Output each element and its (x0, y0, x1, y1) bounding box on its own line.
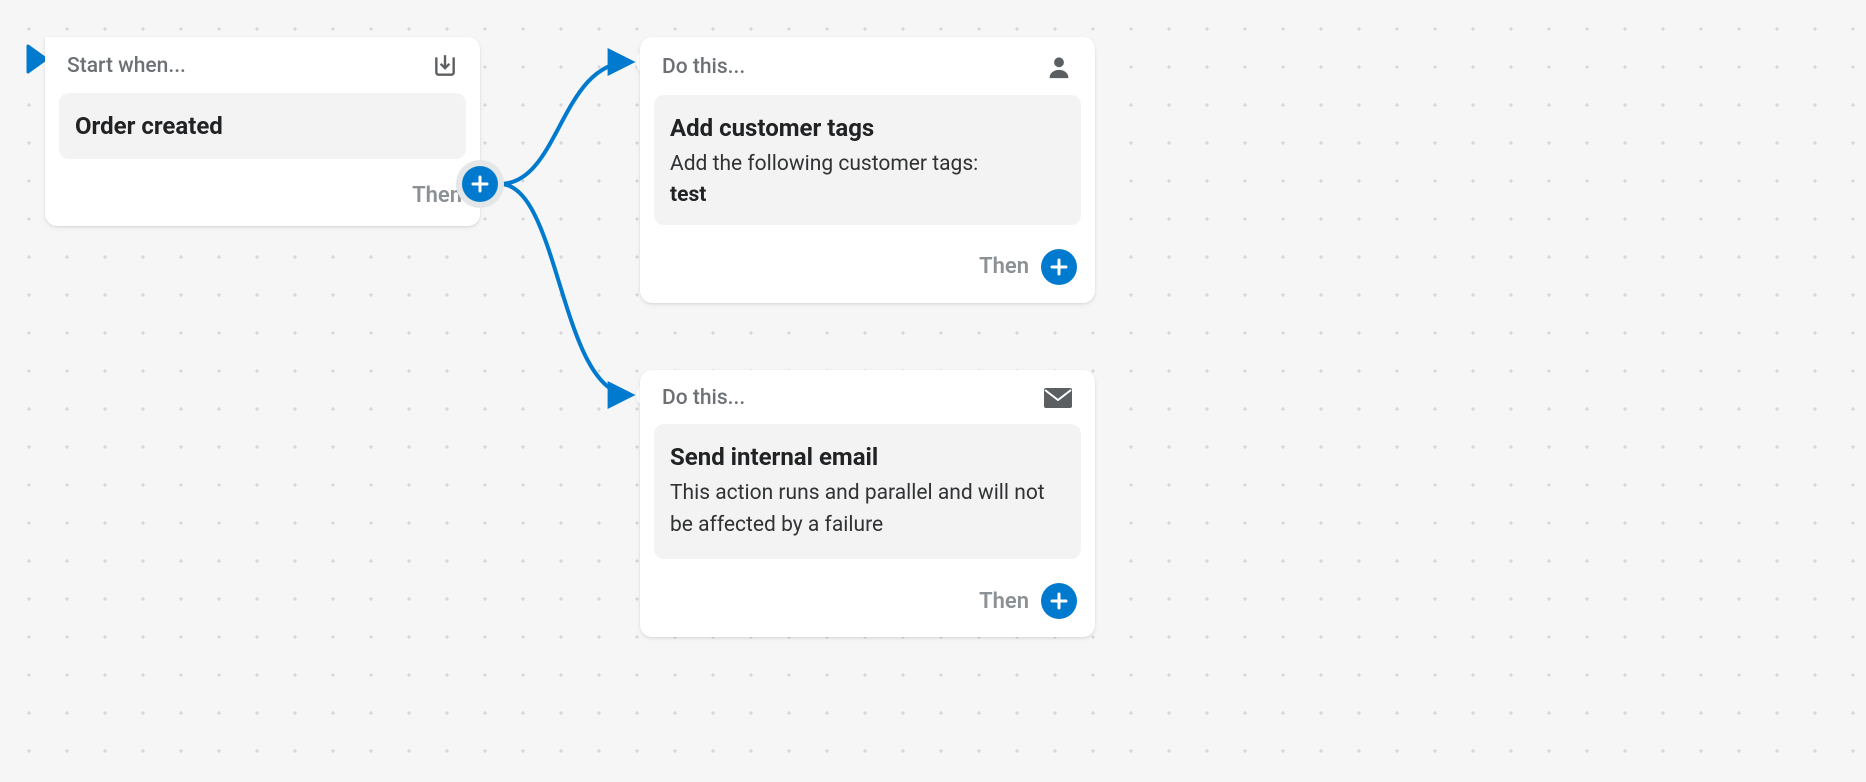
action1-header: Do this... (640, 37, 1095, 95)
trigger-header-label: Start when... (67, 54, 186, 78)
action2-footer: Then (640, 573, 1095, 637)
action1-footer: Then (640, 239, 1095, 303)
action2-header-label: Do this... (662, 386, 745, 410)
add-step-after-trigger-button[interactable] (462, 166, 498, 202)
action1-then-label: Then (979, 254, 1029, 279)
add-step-after-action1-button[interactable] (1041, 249, 1077, 285)
download-box-icon (432, 53, 458, 79)
workflow-canvas[interactable]: Start when... Order created Then Do this… (0, 0, 1866, 782)
mail-icon (1043, 387, 1073, 409)
action2-header: Do this... (640, 370, 1095, 424)
action1-title: Add customer tags (670, 113, 1065, 143)
action1-header-label: Do this... (662, 55, 745, 79)
trigger-title: Order created (75, 111, 450, 141)
trigger-card[interactable]: Start when... Order created Then (45, 37, 480, 226)
add-step-after-action2-button[interactable] (1041, 583, 1077, 619)
action2-body: Send internal email This action runs and… (654, 424, 1081, 559)
action-card-add-customer-tags[interactable]: Do this... Add customer tags Add the fol… (640, 37, 1095, 303)
action1-tag-value: test (670, 183, 1065, 207)
action2-then-label: Then (979, 589, 1029, 614)
action1-description: Add the following customer tags: (670, 149, 1065, 181)
trigger-card-header: Start when... (45, 37, 480, 93)
action2-description: This action runs and parallel and will n… (670, 478, 1065, 541)
action-card-send-internal-email[interactable]: Do this... Send internal email This acti… (640, 370, 1095, 637)
trigger-card-body: Order created (59, 93, 466, 159)
user-icon (1045, 53, 1073, 81)
action1-body: Add customer tags Add the following cust… (654, 95, 1081, 225)
trigger-card-footer: Then (45, 173, 480, 226)
action2-title: Send internal email (670, 442, 1065, 472)
trigger-then-label: Then (412, 183, 462, 208)
